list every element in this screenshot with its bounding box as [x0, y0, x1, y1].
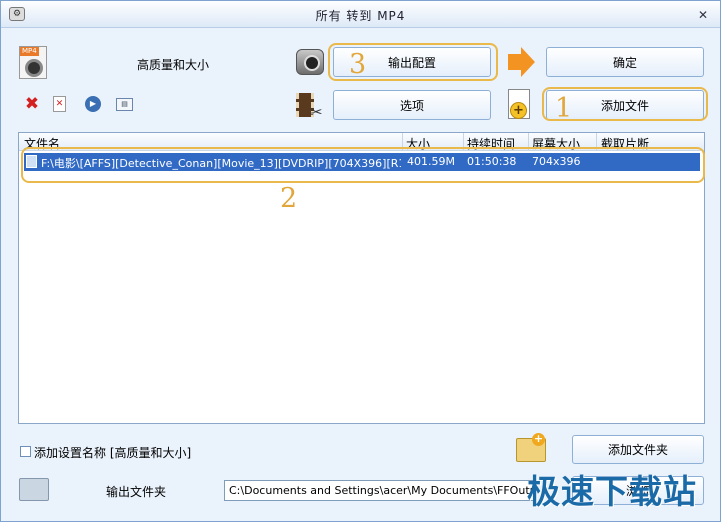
- close-button[interactable]: ✕: [695, 7, 711, 23]
- add-setting-name-label[interactable]: 添加设置名称 [高质量和大小]: [34, 444, 191, 461]
- title-bar: ⚙ 所有 转到 MP4 ✕: [1, 1, 720, 28]
- watermark-logo: 极速下载站: [527, 472, 697, 511]
- output-folder-label: 输出文件夹: [106, 485, 167, 499]
- film-reel-icon: [25, 59, 43, 77]
- annotation-3: 3: [349, 49, 367, 80]
- mp4-profile-icon[interactable]: MP4: [19, 46, 47, 79]
- options-button[interactable]: 选项: [333, 90, 491, 120]
- scissors-icon: ✂: [310, 103, 323, 121]
- highlight-2: [21, 147, 705, 183]
- mp4-tag: MP4: [20, 47, 39, 56]
- play-icon[interactable]: ▶: [85, 96, 101, 112]
- camera-icon: [296, 49, 324, 75]
- output-path-field[interactable]: C:\Documents and Settings\acer\My Docume…: [224, 480, 534, 501]
- annotation-2: 2: [280, 183, 298, 214]
- main-window: ⚙ 所有 转到 MP4 ✕ MP4 高质量和大小 ✖ ✕ ▶ ▤ 输出配置 3 …: [0, 0, 721, 522]
- annotation-1: 1: [555, 93, 573, 124]
- arrow-head-icon: [521, 47, 535, 77]
- output-folder-icon[interactable]: [19, 478, 49, 501]
- file-list[interactable]: 文件名 大小 持续时间 屏幕大小 截取片断 F:\电影\[AFFS][Detec…: [18, 132, 705, 424]
- ok-button[interactable]: 确定: [546, 47, 704, 77]
- delete-file-icon[interactable]: ✕: [53, 96, 66, 112]
- folder-plus-icon: +: [532, 432, 545, 446]
- arrow-right-icon: [508, 54, 522, 70]
- add-setting-name-checkbox[interactable]: [20, 446, 31, 457]
- profile-quality-label: 高质量和大小: [137, 58, 210, 72]
- film-scissors-icon: ✂: [296, 91, 326, 121]
- window-title: 所有 转到 MP4: [315, 9, 406, 23]
- add-plus-icon: +: [510, 102, 527, 119]
- media-info-icon[interactable]: ▤: [116, 98, 133, 111]
- remove-icon[interactable]: ✖: [24, 96, 40, 113]
- add-folder-button[interactable]: 添加文件夹: [572, 435, 704, 464]
